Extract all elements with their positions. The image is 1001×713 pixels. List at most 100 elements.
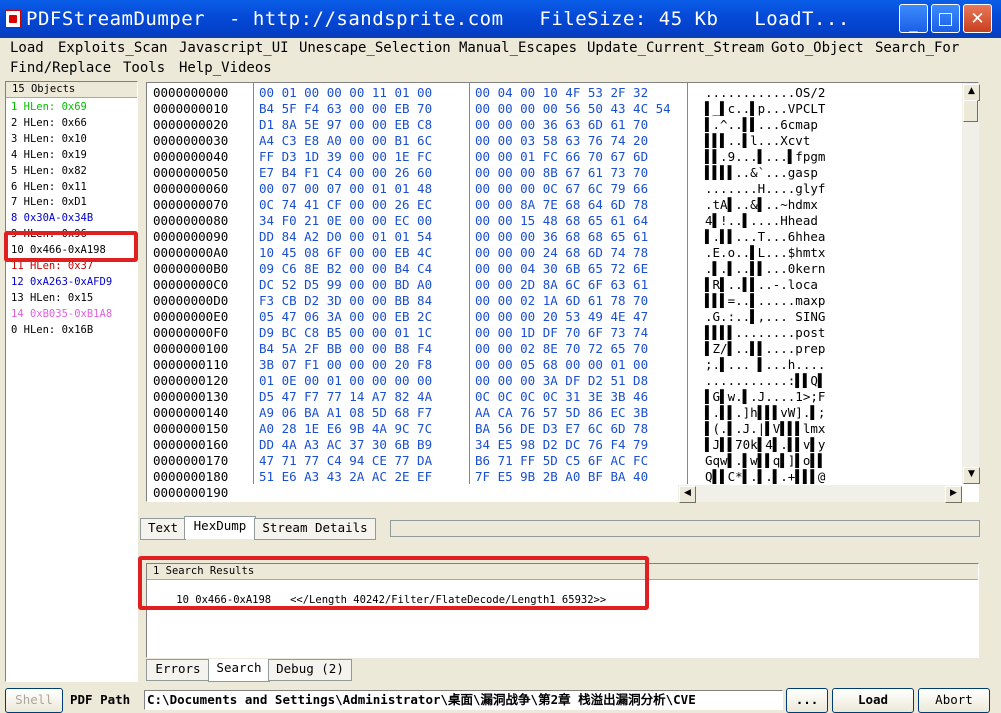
pdf-path-label: PDF Path [70,692,131,707]
minimize-icon: _ [909,14,918,34]
hex-bytes-right: AA CA 76 57 5D 86 EC 3B [475,405,649,420]
hex-bytes-left: A9 06 BA A1 08 5D 68 F7 [259,405,433,420]
hex-ascii: ▌(.▌.J.|▌V▌▌▌lmx [705,421,826,436]
hex-offset: 0000000040 [153,149,229,164]
vertical-scrollbar[interactable]: ▲ ▼ [962,83,980,484]
hex-ascii: ;.▌... ▌...h.... [705,357,826,372]
hex-bytes-left: 47 71 77 C4 94 CE 77 DA [259,453,433,468]
browse-button[interactable]: ... [786,688,828,713]
shell-button[interactable]: Shell [5,688,63,713]
hex-ascii: ............OS/2 [705,85,826,100]
hex-offset: 0000000010 [153,101,229,116]
hex-bytes-right: 00 00 05 68 00 00 01 00 [475,357,649,372]
object-list-item[interactable]: 3 HLen: 0x10 [11,133,87,145]
tab-debug[interactable]: Debug (2) [268,659,352,681]
menu-load[interactable]: Load [10,40,44,56]
hex-ascii: .tA▌..&▌..~hdmx [705,197,818,212]
hex-bytes-right: 00 00 00 36 68 68 65 61 [475,229,649,244]
object-list-item[interactable]: 1 HLen: 0x69 [11,101,87,113]
minimize-button[interactable]: _ [899,4,928,34]
tab-hexdump[interactable]: HexDump [184,516,256,539]
object-list-item[interactable]: 6 HLen: 0x11 [11,181,87,193]
hex-offset: 0000000090 [153,229,229,244]
highlight-box-object [4,231,138,262]
hex-bytes-left: 0C 74 41 CF 00 00 26 EC [259,197,433,212]
scroll-left-icon[interactable]: ◀ [679,486,696,503]
objects-list[interactable]: 15 Objects 1 HLen: 0x69 2 HLen: 0x66 3 HLe… [5,81,138,682]
hex-bytes-right: 00 00 04 30 6B 65 72 6E [475,261,649,276]
hex-offset: 0000000080 [153,213,229,228]
hex-ascii: .▌.▌..▌▌...0kern [705,261,826,276]
hex-offset: 0000000170 [153,453,229,468]
maximize-button[interactable]: □ [931,4,960,33]
object-list-item[interactable]: 5 HLen: 0x82 [11,165,87,177]
hex-bytes-left: DD 84 A2 D0 00 01 01 54 [259,229,433,244]
hex-bytes-left: DC 52 D5 99 00 00 BD A0 [259,277,433,292]
object-list-item[interactable]: 14 0xB035-0xB1A8 [11,308,112,320]
load-button[interactable]: Load [832,688,914,713]
pdf-path-field[interactable]: C:\Documents and Settings\Administrator\… [144,690,783,710]
hex-offset: 0000000140 [153,405,229,420]
hex-offset: 0000000180 [153,469,229,484]
hex-bytes-right: 00 00 00 00 56 50 43 4C 54 [475,101,671,116]
tab-errors[interactable]: Errors [146,659,210,681]
hex-offset: 0000000150 [153,421,229,436]
hex-bytes-right: 00 00 8A 7E 68 64 6D 78 [475,197,649,212]
menu-bar: Load Exploits_Scan Javascript_UI Unescap… [0,38,1001,80]
menu-help-videos[interactable]: Help_Videos [179,60,272,76]
maximize-icon: □ [937,9,954,29]
hex-offset: 0000000050 [153,165,229,180]
scroll-up-icon[interactable]: ▲ [963,84,980,101]
hex-bytes-left: 34 F0 21 0E 00 00 EC 00 [259,213,433,228]
hex-ascii: ▌▌▌▌........post [705,325,826,340]
object-list-item[interactable]: 0 HLen: 0x16B [11,324,93,336]
hex-bytes-right: BA 56 DE D3 E7 6C 6D 78 [475,421,649,436]
title-bar[interactable]: PDFStreamDumper - http://sandsprite.com … [0,0,1001,38]
object-list-item[interactable]: 12 0xA263-0xAFD9 [11,276,112,288]
hex-bytes-left: 3B 07 F1 00 00 00 20 F8 [259,357,433,372]
tab-search[interactable]: Search [208,659,270,682]
hex-ascii: ▌G▌w.▌.J....1>;F [705,389,826,404]
menu-goto-object[interactable]: Goto_Object [771,40,864,56]
tab-text[interactable]: Text [140,518,186,540]
object-list-item[interactable]: 8 0x30A-0x34B [11,212,93,224]
menu-find-replace[interactable]: Find/Replace [10,60,111,76]
hex-ascii: 4▌!..▌....Hhead [705,213,818,228]
object-list-item[interactable]: 13 HLen: 0x15 [11,292,93,304]
hex-ascii: ▌▌.9...▌...▌fpgm [705,149,826,164]
close-button[interactable]: ✕ [963,4,992,33]
hex-bytes-left: F3 CB D2 3D 00 00 BB 84 [259,293,433,308]
menu-tools[interactable]: Tools [123,60,165,76]
menu-unescape-selection[interactable]: Unescape_Selection [299,40,451,56]
menu-search-for[interactable]: Search_For [875,40,959,56]
hex-bytes-right: 00 00 00 3A DF D2 51 D8 [475,373,649,388]
hex-bytes-right: 00 00 00 20 53 49 4E 47 [475,309,649,324]
hex-bytes-right: 00 00 00 36 63 6D 61 70 [475,117,649,132]
object-list-item[interactable]: 2 HLen: 0x66 [11,117,87,129]
vertical-scroll-thumb[interactable] [963,100,978,122]
hexdump-panel[interactable]: 0000000000 00 01 00 00 00 11 01 00 00 04 0… [146,82,980,503]
hex-bytes-left: A4 C3 E8 A0 00 00 B1 6C [259,133,433,148]
highlight-box-search-result [138,556,649,610]
hex-offset: 0000000190 [153,485,229,500]
window-title: PDFStreamDumper - http://sandsprite.com … [26,8,850,30]
hex-ascii: ▌▌▌=..▌.....maxp [705,293,826,308]
hex-ascii: ▌_▌c..▌p...VPCLT [705,101,826,116]
object-list-item[interactable]: 4 HLen: 0x19 [11,149,87,161]
horizontal-scrollbar[interactable]: ◀ ▶ [678,485,962,503]
hex-bytes-left: B4 5F F4 63 00 00 EB 70 [259,101,433,116]
hex-offset: 0000000120 [153,373,229,388]
hex-offset: 0000000130 [153,389,229,404]
menu-manual-escapes[interactable]: Manual_Escapes [459,40,577,56]
scroll-right-icon[interactable]: ▶ [945,486,962,503]
tab-stream-details[interactable]: Stream Details [254,518,376,540]
abort-button[interactable]: Abort [918,688,990,713]
scroll-down-icon[interactable]: ▼ [963,467,980,484]
menu-javascript-ui[interactable]: Javascript_UI [179,40,289,56]
menu-update-current-stream[interactable]: Update_Current_Stream [587,40,764,56]
menu-exploits-scan[interactable]: Exploits_Scan [58,40,168,56]
object-list-item[interactable]: 7 HLen: 0xD1 [11,196,87,208]
hex-bytes-left: FF D3 1D 39 00 00 1E FC [259,149,433,164]
hex-ascii: ▌▌▌▌..&`...gasp [705,165,818,180]
hex-bytes-left: E7 B4 F1 C4 00 00 26 60 [259,165,433,180]
